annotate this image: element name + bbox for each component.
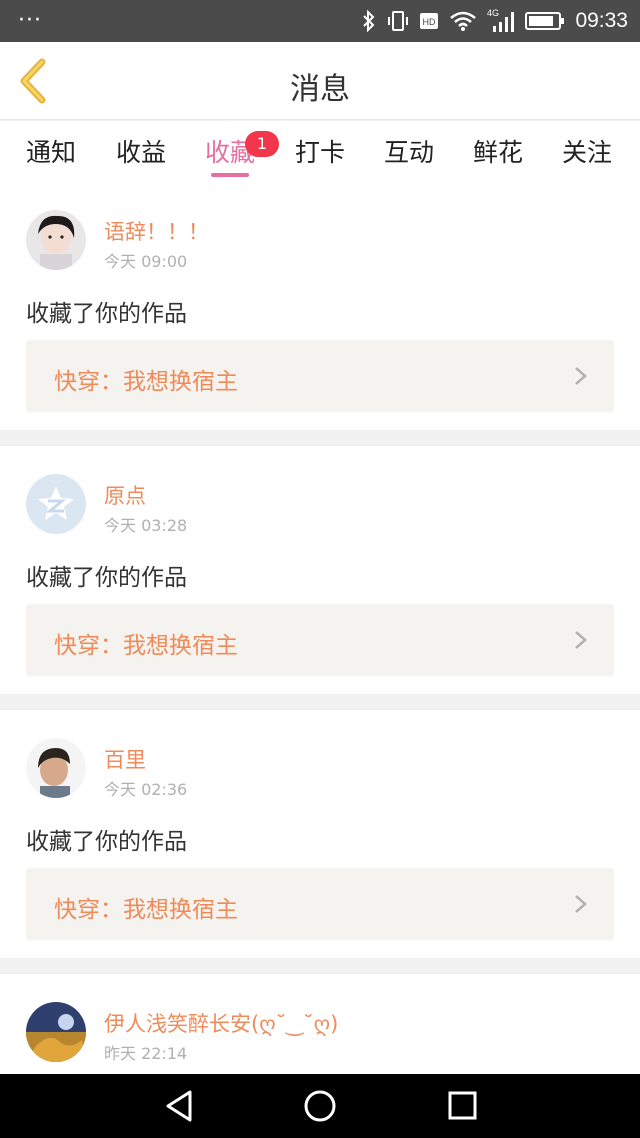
- user-name[interactable]: 伊人浅笑醉长安(ღ˘‿˘ღ): [104, 1008, 338, 1038]
- tab-favorites[interactable]: 收藏 1: [205, 131, 279, 177]
- timestamp: 今天 02:36: [104, 780, 188, 799]
- action-text: 收藏了你的作品: [26, 829, 187, 855]
- header: 消息: [0, 42, 640, 120]
- nav-back-icon[interactable]: [160, 1088, 200, 1124]
- unread-badge: 1: [245, 131, 279, 157]
- bluetooth-icon: [363, 10, 375, 32]
- nav-recents-icon[interactable]: [442, 1088, 482, 1124]
- nav-home-icon[interactable]: [300, 1088, 340, 1124]
- system-nav-bar: [0, 1074, 640, 1138]
- status-bar: ··· HD 4G 09:33: [0, 0, 640, 42]
- tab-bar: 通知 收益 收藏 1 打卡 互动 鲜花 关注: [0, 121, 640, 182]
- work-link[interactable]: 快穿：我想换宿主: [26, 340, 614, 412]
- page-title: 消息: [290, 72, 350, 107]
- clock-time: 09:33: [575, 9, 628, 32]
- timestamp: 昨天 22:14: [104, 1044, 188, 1063]
- vibrate-icon: [388, 11, 409, 31]
- action-text: 收藏了你的作品: [26, 565, 187, 591]
- work-title: 快穿：我想换宿主: [54, 369, 238, 395]
- chevron-right-icon: [575, 367, 587, 385]
- signal-icon: 4G: [487, 8, 515, 32]
- notification-card: 百里 今天 02:36 收藏了你的作品 快穿：我想换宿主: [0, 710, 640, 958]
- more-dots-icon: ···: [18, 8, 42, 33]
- avatar[interactable]: [26, 474, 86, 534]
- avatar[interactable]: [26, 1002, 86, 1062]
- avatar[interactable]: [26, 210, 86, 270]
- action-text: 收藏了你的作品: [26, 301, 187, 327]
- notification-card: 语辞！！！ 今天 09:00 收藏了你的作品 快穿：我想换宿主: [0, 182, 640, 430]
- chevron-right-icon: [575, 631, 587, 649]
- tab-earnings[interactable]: 收益: [116, 133, 166, 169]
- wifi-icon: [450, 11, 477, 31]
- notification-card: 原点 今天 03:28 收藏了你的作品 快穿：我想换宿主: [0, 446, 640, 694]
- timestamp: 今天 03:28: [104, 516, 188, 535]
- timestamp: 今天 09:00: [104, 252, 188, 271]
- svg-text:HD: HD: [423, 17, 436, 27]
- tab-flowers[interactable]: 鲜花: [473, 133, 523, 169]
- user-name[interactable]: 原点: [104, 480, 146, 510]
- avatar[interactable]: [26, 738, 86, 798]
- tab-notice[interactable]: 通知: [26, 133, 76, 169]
- active-tab-indicator: [211, 173, 250, 177]
- chevron-right-icon: [575, 895, 587, 913]
- tab-follow[interactable]: 关注: [562, 133, 612, 169]
- work-title: 快穿：我想换宿主: [54, 897, 238, 923]
- hd-icon: HD: [420, 13, 439, 29]
- battery-icon: [525, 12, 565, 30]
- notification-card: 伊人浅笑醉长安(ღ˘‿˘ღ) 昨天 22:14: [0, 974, 640, 1074]
- work-link[interactable]: 快穿：我想换宿主: [26, 868, 614, 940]
- tab-interaction[interactable]: 互动: [384, 133, 434, 169]
- tab-checkin[interactable]: 打卡: [295, 133, 345, 169]
- svg-text:4G: 4G: [487, 8, 499, 18]
- work-title: 快穿：我想换宿主: [54, 633, 238, 659]
- user-name[interactable]: 百里: [104, 744, 146, 774]
- work-link[interactable]: 快穿：我想换宿主: [26, 604, 614, 676]
- user-name[interactable]: 语辞！！！: [104, 216, 209, 246]
